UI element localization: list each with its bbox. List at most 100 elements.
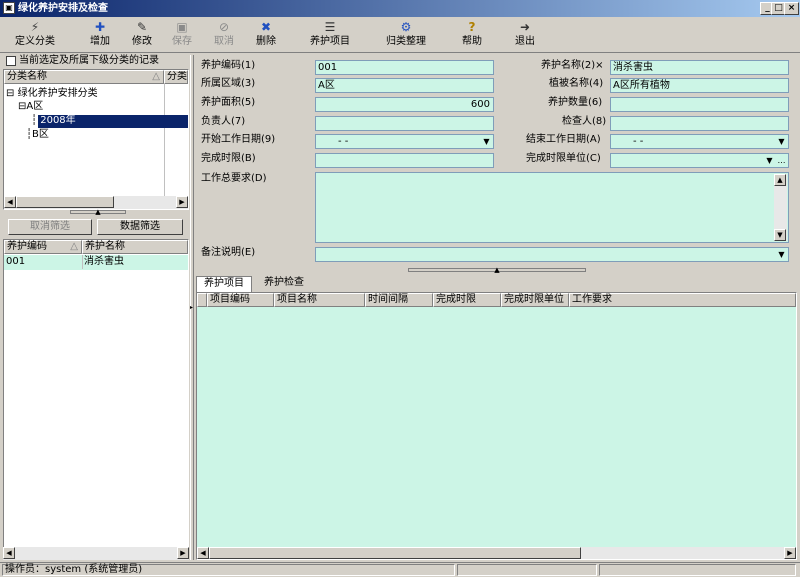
grid-header-requirement[interactable]: 工作要求 (569, 293, 796, 307)
scroll-left-icon[interactable]: ◀ (197, 547, 209, 559)
area-field[interactable]: A区 (315, 78, 494, 93)
list-row-name: 消杀害虫 (84, 256, 124, 267)
organize-button[interactable]: ⚙ 归类整理 (376, 18, 436, 52)
care-code-label: 养护编码(1) (201, 60, 256, 71)
subcategory-checkbox-label: 当前选定及所属下级分类的记录 (19, 55, 159, 66)
splitter-arrow-icon[interactable]: ▸ (190, 302, 194, 314)
sort-icon: △ (70, 241, 78, 252)
organize-icon: ⚙ (400, 20, 412, 34)
items-grid: 项目编码 项目名称 时间间隔 完成时限 完成时限单位 工作要求 ◀ ▶ (196, 292, 797, 560)
dropdown-arrow-icon[interactable]: ▼ (764, 155, 775, 166)
status-operator: 操作员：system (系统管理员) (2, 564, 455, 576)
list-row[interactable]: 001 消杀害虫 (4, 255, 188, 270)
status-panel-2 (457, 564, 597, 576)
tree-node-2008[interactable]: ┆ 2008年 (31, 114, 76, 128)
start-date-field[interactable]: - - ▼ (315, 134, 494, 149)
data-filter-button[interactable]: 数据筛选 (97, 219, 183, 235)
save-icon: ▣ (176, 20, 188, 34)
tab-care-check[interactable]: 养护检查 (256, 276, 312, 292)
app-icon: ▣ (3, 2, 15, 14)
grid-header-name[interactable]: 项目名称 (274, 293, 365, 307)
list-icon: ☰ (324, 20, 336, 34)
deadline-unit-label: 完成时限单位(C) (526, 153, 601, 164)
scroll-left-icon[interactable]: ◀ (3, 547, 15, 559)
status-panel-3 (599, 564, 796, 576)
deadline-field[interactable] (315, 153, 494, 168)
help-button[interactable]: ? 帮助 (452, 18, 492, 52)
tree-node-b-area[interactable]: ┆B区 (26, 128, 49, 142)
toolbar: ⚡ 定义分类 ✚ 增加 ✎ 修改 ▣ 保存 ⊘ 取消 ✖ 删除 ☰ 养护项目 ⚙… (0, 17, 800, 53)
tree-header-col2[interactable]: 分类 (164, 70, 188, 84)
define-category-icon: ⚡ (30, 20, 40, 34)
grid-hscrollbar[interactable]: ◀ ▶ (197, 547, 796, 559)
tree-node-a-area[interactable]: ⊟A区 (18, 100, 43, 114)
column-divider (164, 84, 165, 196)
list-hscrollbar[interactable]: ◀ ▶ (3, 547, 189, 560)
cancel-filter-button[interactable]: 取消筛选 (8, 219, 92, 235)
form-splitter[interactable]: ▲ (408, 267, 586, 274)
care-name-field[interactable]: 消杀害虫 (610, 60, 789, 75)
tree-line-icon: ┆ (31, 115, 38, 126)
grid-header-deadline-unit[interactable]: 完成时限单位 (501, 293, 569, 307)
subcategory-checkbox[interactable] (6, 56, 16, 66)
collapse-icon: ⊟ (6, 88, 15, 99)
care-name-label: 养护名称(2)× (541, 60, 604, 71)
textarea-vscrollbar[interactable]: ▲ ▼ (774, 174, 787, 241)
care-code-field[interactable]: 001 (315, 60, 494, 75)
tree-node-root[interactable]: ⊟ 绿化养护安排分类 (6, 87, 98, 101)
care-area-label: 养护面积(5) (201, 97, 256, 108)
start-date-label: 开始工作日期(9) (201, 134, 276, 145)
plant-field[interactable]: A区所有植物 (610, 78, 789, 93)
end-date-field[interactable]: - - ▼ (610, 134, 789, 149)
deadline-unit-field[interactable]: ▼ … (610, 153, 789, 168)
category-tree: 分类名称 △ 分类 ⊟ 绿化养护安排分类 ⊟A区 ┆ 2008年 ┆B区 ◀ ▶ (3, 69, 189, 210)
add-button[interactable]: ✚ 增加 (80, 18, 120, 52)
end-date-label: 结束工作日期(A) (526, 134, 601, 145)
edit-button[interactable]: ✎ 修改 (122, 18, 162, 52)
scroll-right-icon[interactable]: ▶ (176, 196, 188, 208)
exit-button[interactable]: ➜ 退出 (505, 18, 545, 52)
scroll-down-icon[interactable]: ▼ (774, 229, 786, 241)
remark-field[interactable]: ▼ (315, 247, 789, 262)
window-title: 绿化养护安排及检查 (18, 3, 108, 14)
checker-label: 检查人(8) (562, 116, 607, 127)
save-button[interactable]: ▣ 保存 (162, 18, 202, 52)
checker-field[interactable] (610, 116, 789, 131)
care-items-button[interactable]: ☰ 养护项目 (302, 18, 358, 52)
care-qty-field[interactable] (610, 97, 789, 112)
close-button[interactable]: × (784, 2, 799, 15)
grid-indicator-column (197, 293, 207, 307)
grid-header-deadline[interactable]: 完成时限 (433, 293, 501, 307)
scroll-right-icon[interactable]: ▶ (177, 547, 189, 559)
dropdown-arrow-icon[interactable]: ▼ (481, 136, 492, 147)
record-list: 养护编码 △ 养护名称 001 消杀害虫 (3, 239, 189, 560)
delete-button[interactable]: ✖ 删除 (246, 18, 286, 52)
scroll-right-icon[interactable]: ▶ (784, 547, 796, 559)
grid-body[interactable] (197, 307, 796, 547)
list-header-name[interactable]: 养护名称 (82, 240, 188, 254)
left-splitter[interactable]: ▲ (70, 209, 126, 216)
define-category-button[interactable]: ⚡ 定义分类 (8, 18, 62, 52)
cancel-button[interactable]: ⊘ 取消 (204, 18, 244, 52)
dropdown-arrow-icon[interactable]: ▼ (776, 136, 787, 147)
delete-icon: ✖ (260, 20, 272, 34)
scroll-thumb[interactable] (16, 196, 114, 208)
dropdown-arrow-icon[interactable]: ▼ (776, 249, 787, 260)
scroll-left-icon[interactable]: ◀ (4, 196, 16, 208)
edit-icon: ✎ (136, 20, 148, 34)
list-header-code[interactable]: 养护编码 △ (4, 240, 82, 254)
tree-header-name[interactable]: 分类名称 △ (4, 70, 164, 84)
title-bar: ▣ 绿化养护安排及检查 _ □ × (0, 0, 800, 17)
grid-header-code[interactable]: 项目编码 (207, 293, 274, 307)
help-icon: ? (468, 20, 476, 34)
tab-care-items[interactable]: 养护项目 (196, 276, 252, 292)
grid-header-interval[interactable]: 时间间隔 (365, 293, 433, 307)
owner-label: 负责人(7) (201, 116, 246, 127)
plant-label: 植被名称(4) (549, 78, 604, 89)
requirement-textarea[interactable]: ▲ ▼ (315, 172, 789, 243)
more-icon[interactable]: … (776, 155, 787, 166)
scroll-up-icon[interactable]: ▲ (774, 174, 786, 186)
care-area-field[interactable]: 600 (315, 97, 494, 112)
owner-field[interactable] (315, 116, 494, 131)
scroll-thumb[interactable] (209, 547, 581, 559)
